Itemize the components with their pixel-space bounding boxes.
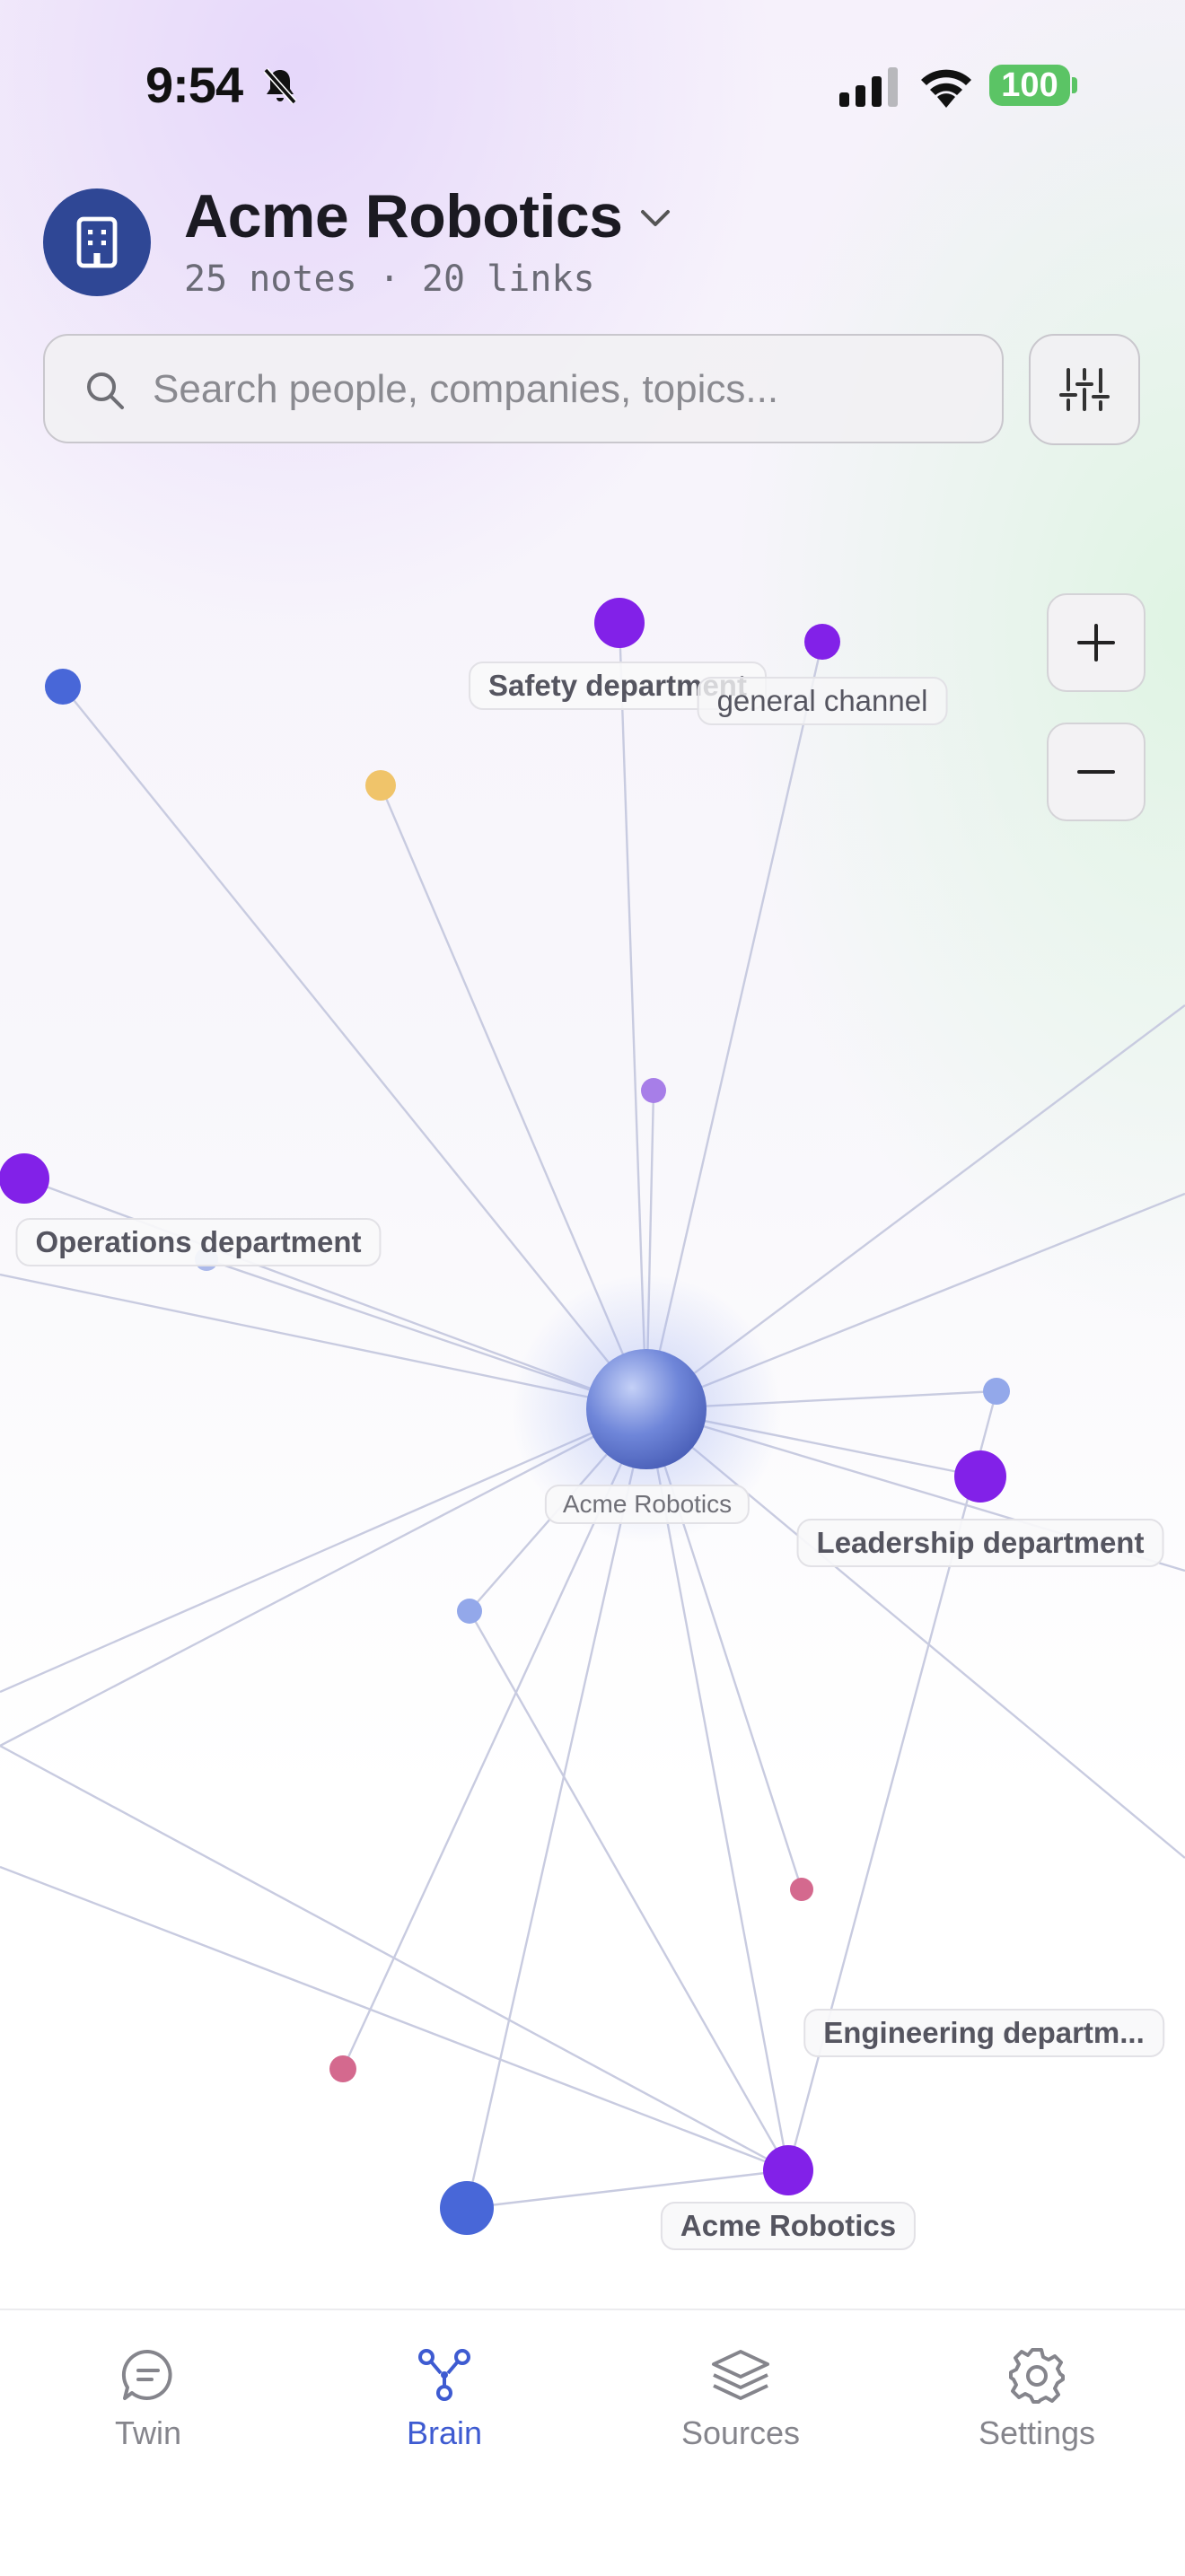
- search-input[interactable]: [151, 336, 980, 443]
- gear-icon: [1009, 2348, 1065, 2404]
- node-operations-department: [0, 1153, 49, 1204]
- node-minor: [457, 1599, 482, 1624]
- minus-icon: [1077, 770, 1115, 774]
- graph-nodes-icon: [418, 2349, 470, 2401]
- signal-icon: [839, 67, 898, 107]
- node-doc: [329, 2055, 356, 2082]
- building-icon: [76, 216, 118, 268]
- sliders-icon: [1059, 368, 1110, 411]
- label-general-channel[interactable]: general channel: [697, 677, 948, 725]
- tab-brain-label: Brain: [406, 2414, 483, 2451]
- tab-settings[interactable]: Settings: [889, 2310, 1185, 2490]
- graph-stats: 25 notes · 20 links: [184, 258, 595, 300]
- tab-bar: Twin Brain Sources Settings: [0, 2309, 1185, 2576]
- tab-sources[interactable]: Sources: [592, 2310, 889, 2490]
- node-safety-department: [594, 598, 645, 648]
- search-bar[interactable]: [43, 334, 1004, 443]
- label-leadership-department[interactable]: Leadership department: [796, 1519, 1164, 1567]
- zoom-out-button[interactable]: [1047, 723, 1146, 821]
- plus-icon: [1077, 624, 1115, 662]
- tab-sources-label: Sources: [680, 2414, 801, 2451]
- tab-twin[interactable]: Twin: [0, 2310, 296, 2490]
- node-minor: [983, 1378, 1010, 1405]
- label-center-node[interactable]: Acme Robotics: [544, 1485, 750, 1524]
- node-general-channel: [804, 624, 840, 660]
- tab-brain[interactable]: Brain: [296, 2310, 592, 2490]
- node-doc: [790, 1878, 813, 1901]
- wifi-icon: [921, 69, 971, 108]
- page-title[interactable]: Acme Robotics: [184, 181, 623, 251]
- node-leadership-department: [954, 1450, 1006, 1503]
- label-acme-robotics-node[interactable]: Acme Robotics: [660, 2202, 917, 2250]
- tab-settings-label: Settings: [978, 2414, 1096, 2451]
- org-avatar[interactable]: [43, 188, 151, 296]
- knowledge-graph[interactable]: Safety department general channel Operat…: [0, 485, 1185, 2271]
- label-engineering-department[interactable]: Engineering departm...: [803, 2009, 1164, 2057]
- label-operations-department[interactable]: Operations department: [15, 1218, 382, 1266]
- zoom-in-button[interactable]: [1047, 593, 1146, 692]
- center-node: [586, 1349, 707, 1469]
- node-minor: [641, 1078, 666, 1103]
- graph-canvas[interactable]: [0, 485, 1185, 2271]
- battery-tip: [1072, 77, 1077, 93]
- node-acme-robotics: [763, 2145, 813, 2195]
- node-topic: [365, 770, 396, 801]
- search-icon: [87, 372, 124, 409]
- bell-slash-icon: [263, 67, 297, 105]
- filter-button[interactable]: [1029, 334, 1140, 445]
- node-person: [440, 2181, 494, 2235]
- node-person: [45, 669, 81, 705]
- layers-icon: [712, 2350, 769, 2400]
- chevron-down-icon[interactable]: [637, 205, 673, 232]
- chat-bubble-icon: [121, 2349, 172, 2400]
- status-time: 9:54: [145, 57, 243, 113]
- tab-twin-label: Twin: [114, 2414, 182, 2451]
- graph-nodes: [0, 598, 1010, 2235]
- battery-icon: 100: [989, 65, 1070, 106]
